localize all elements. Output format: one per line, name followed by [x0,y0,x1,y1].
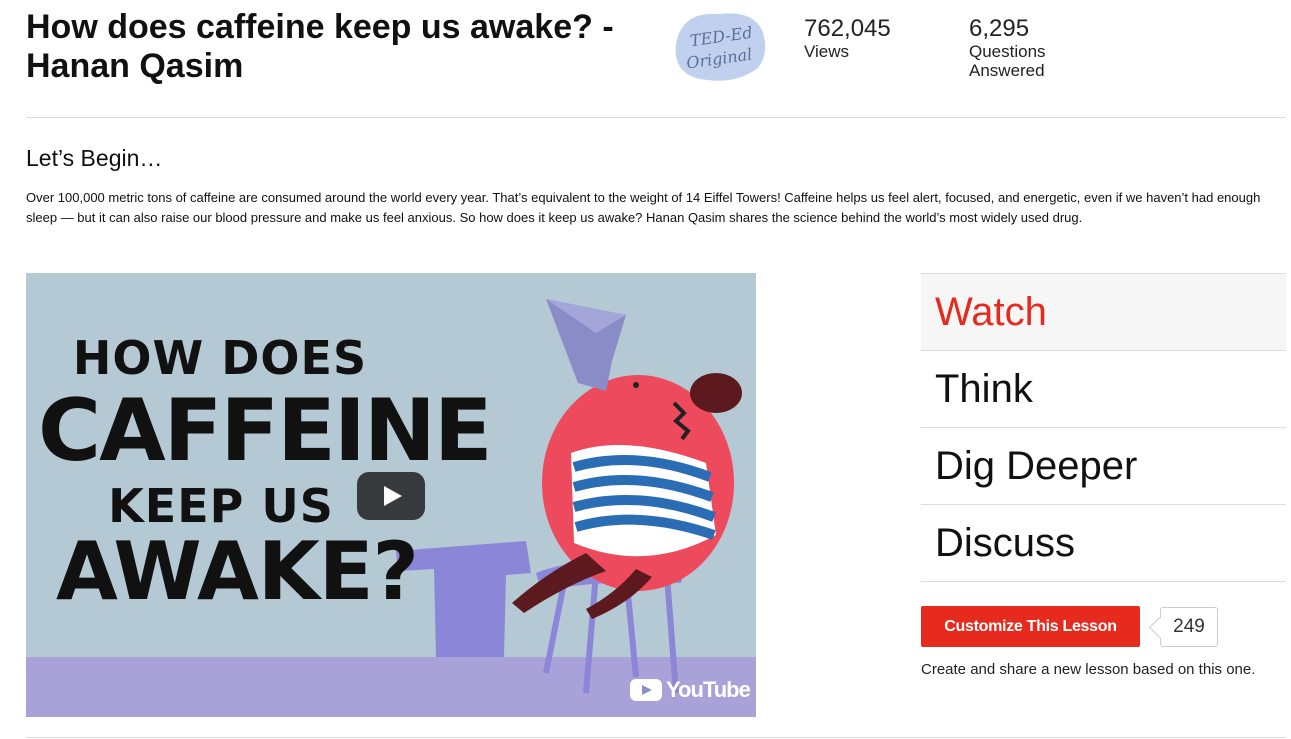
views-stat: 762,045 Views [804,15,891,62]
customize-note: Create and share a new lesson based on t… [921,661,1256,678]
youtube-icon [630,679,662,701]
ted-ed-original-badge: TED-Ed Original [672,8,768,84]
questions-answered-label-line1: Questions [969,42,1046,61]
tab-dig-deeper[interactable]: Dig Deeper [921,427,1286,504]
thumbnail-title-line2: CAFFEINE [38,381,493,481]
youtube-logo[interactable]: YouTube [630,677,751,703]
thumbnail-title-line4: AWAKE? [56,525,419,618]
questions-answered-stat: 6,295 Questions Answered [969,15,1046,81]
lesson-description: Over 100,000 metric tons of caffeine are… [26,190,1261,225]
tab-discuss[interactable]: Discuss [921,504,1286,582]
youtube-label: YouTube [666,677,751,702]
customize-lesson-button[interactable]: Customize This Lesson [921,606,1140,647]
tab-think[interactable]: Think [921,350,1286,427]
lesson-title: How does caffeine keep us awake? - Hanan… [26,8,614,85]
divider-bottom [26,737,1286,738]
questions-answered-count: 6,295 [969,15,1030,42]
customize-count-badge: 249 [1160,607,1218,647]
divider-top [26,117,1286,118]
questions-answered-label-line2: Answered [969,61,1045,80]
tab-watch[interactable]: Watch [921,273,1286,350]
views-label: Views [804,42,850,61]
play-icon [384,486,402,506]
thumbnail-title-line1: HOW DOES [72,331,368,385]
section-heading: Let’s Begin… [26,145,163,171]
video-player[interactable]: HOW DOES CAFFEINE KEEP US AWAKE? YouTube [26,273,756,717]
lesson-tabs: Watch Think Dig Deeper Discuss [921,273,1286,582]
views-count: 762,045 [804,15,891,42]
video-play-button[interactable] [357,472,425,520]
